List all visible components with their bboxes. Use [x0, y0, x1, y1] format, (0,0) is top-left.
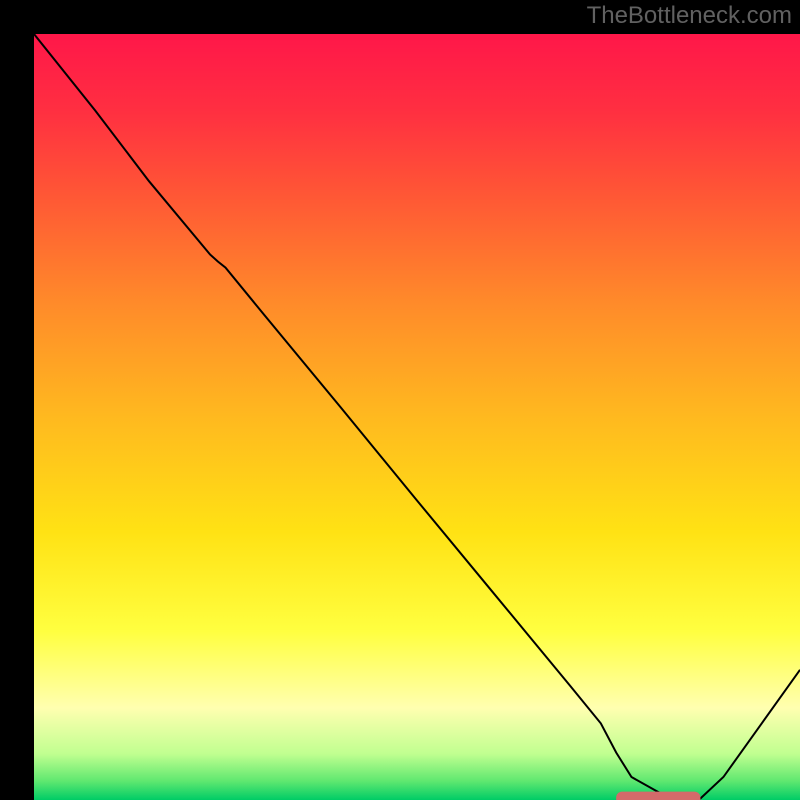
chart-frame: TheBottleneck.com	[0, 0, 800, 800]
plot-area	[34, 34, 800, 800]
chart-background	[34, 34, 800, 800]
watermark-text: TheBottleneck.com	[587, 2, 792, 30]
optimal-range-marker	[616, 792, 700, 800]
chart-svg	[34, 34, 800, 800]
